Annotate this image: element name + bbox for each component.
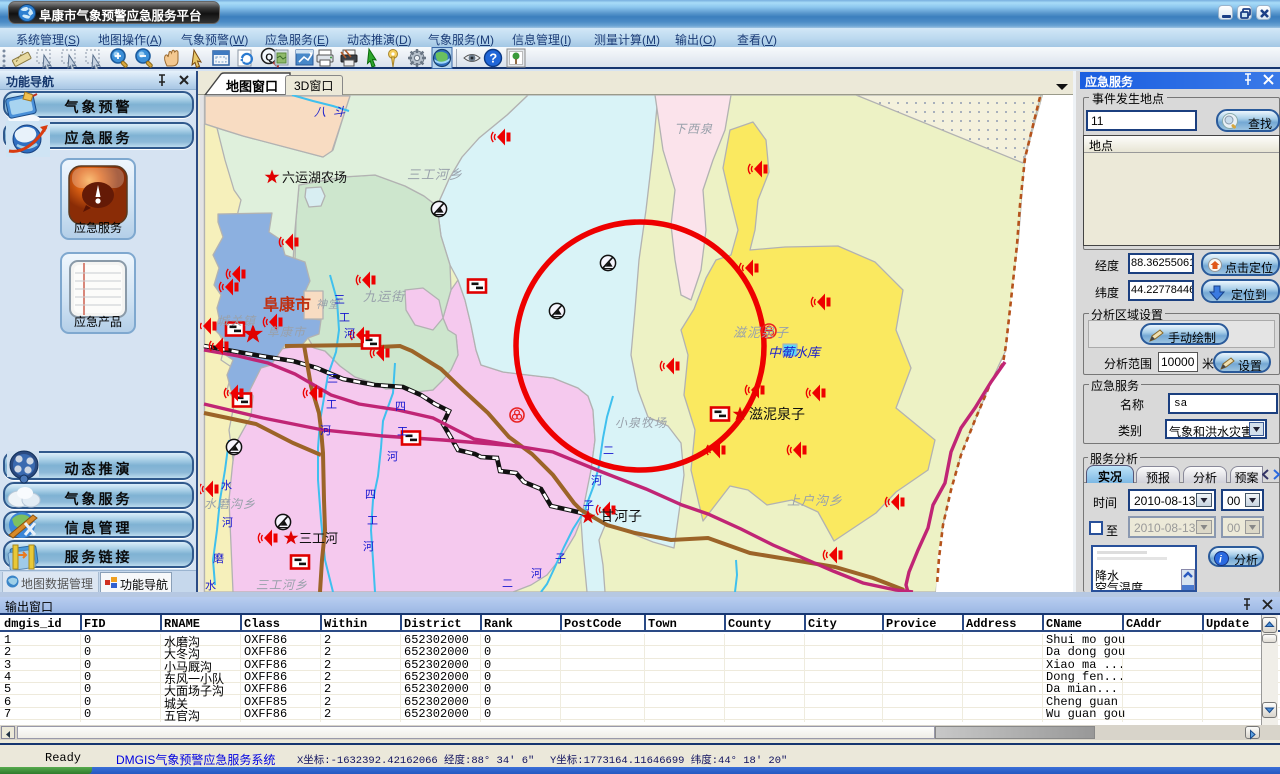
svg-text:Q: Q xyxy=(265,53,273,64)
svg-text:三工河乡: 三工河乡 xyxy=(256,578,308,592)
svg-text:工: 工 xyxy=(339,312,350,324)
svg-text:三工河: 三工河 xyxy=(299,531,338,546)
svg-text:四: 四 xyxy=(395,401,406,413)
svg-text:河: 河 xyxy=(344,327,355,340)
svg-text:工: 工 xyxy=(326,399,337,411)
svg-text:三: 三 xyxy=(327,373,338,385)
svg-text:甘河子: 甘河子 xyxy=(600,508,642,524)
svg-text:河: 河 xyxy=(531,567,542,580)
svg-text:水: 水 xyxy=(205,579,216,592)
svg-text:三: 三 xyxy=(334,294,345,306)
svg-text:工: 工 xyxy=(367,515,378,527)
svg-text:子: 子 xyxy=(583,499,594,512)
svg-text:阜康市: 阜康市 xyxy=(263,295,311,314)
svg-text:二: 二 xyxy=(502,578,513,590)
svg-text:河: 河 xyxy=(363,540,374,553)
svg-text:滋泥泉子: 滋泥泉子 xyxy=(749,406,805,422)
svg-text:八斗: 八斗 xyxy=(314,105,352,119)
svg-text:中葡水库: 中葡水库 xyxy=(768,345,822,360)
svg-text:?: ? xyxy=(489,51,497,66)
svg-text:水: 水 xyxy=(221,479,232,492)
svg-text:上户沟乡: 上户沟乡 xyxy=(787,493,843,508)
svg-text:子: 子 xyxy=(555,552,566,565)
svg-text:阜康市: 阜康市 xyxy=(267,325,307,339)
svg-text:九运街: 九运街 xyxy=(363,289,406,304)
svg-text:i: i xyxy=(1219,555,1222,566)
svg-text:磨: 磨 xyxy=(213,552,224,565)
svg-text:河: 河 xyxy=(591,474,602,487)
svg-text:下西泉: 下西泉 xyxy=(674,122,713,136)
svg-text:工: 工 xyxy=(397,426,408,438)
svg-text:城关镇: 城关镇 xyxy=(217,314,257,328)
svg-text:三工河乡: 三工河乡 xyxy=(407,167,463,182)
svg-text:小泉牧场: 小泉牧场 xyxy=(615,416,667,430)
svg-text:二: 二 xyxy=(603,445,614,457)
svg-text:水磨沟乡: 水磨沟乡 xyxy=(204,497,256,511)
svg-text:河: 河 xyxy=(320,424,331,437)
svg-text:滋泥泉子: 滋泥泉子 xyxy=(733,325,789,340)
svg-text:河: 河 xyxy=(387,450,398,463)
svg-text:四: 四 xyxy=(365,489,376,501)
svg-text:河: 河 xyxy=(222,516,233,529)
svg-text:六运湖农场: 六运湖农场 xyxy=(282,170,347,185)
